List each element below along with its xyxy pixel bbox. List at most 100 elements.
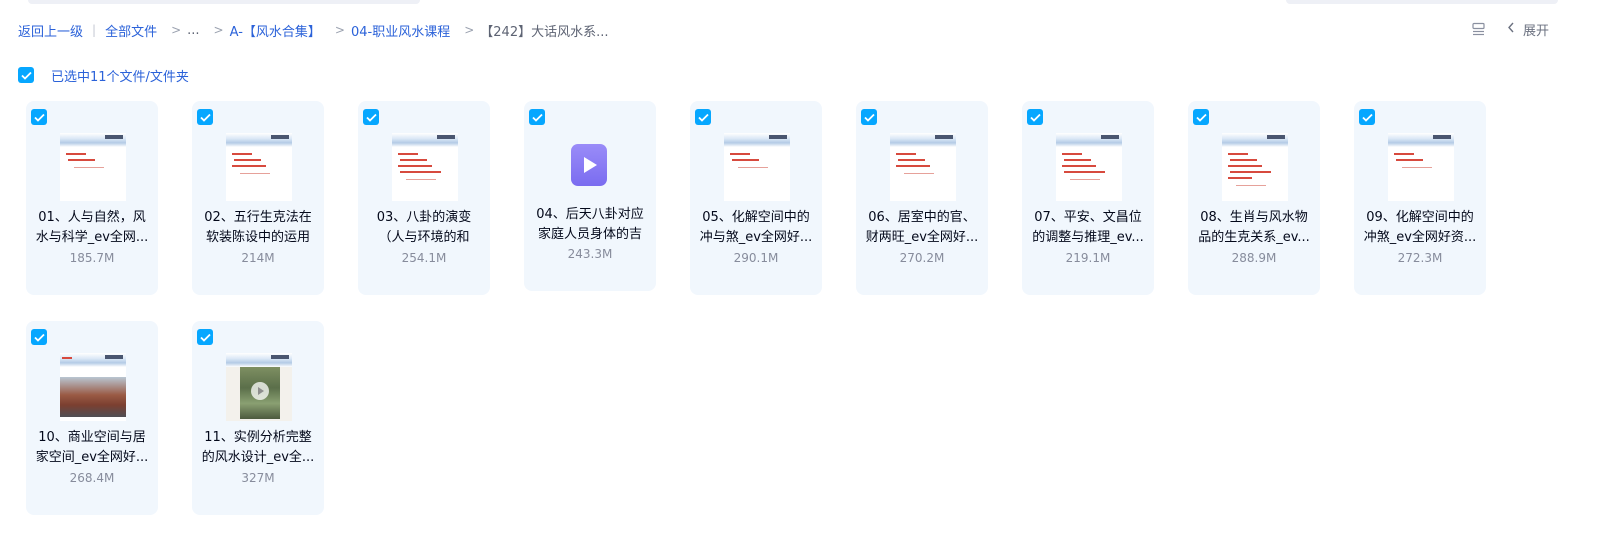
thumbnail-detail	[1236, 185, 1266, 186]
file-name: 02、五行生克法在软装陈设中的运用	[204, 210, 312, 245]
file-size: 254.1M	[401, 251, 447, 265]
breadcrumb-level1[interactable]: A-【风水合集】	[230, 21, 321, 40]
video-file-icon	[571, 144, 607, 186]
view-controls: 展开	[1471, 18, 1549, 40]
thumbnail-detail	[62, 357, 72, 359]
file-card[interactable]: 10、商业空间与居家空间_ev全网好... 268.4M	[26, 321, 158, 515]
thumbnail-detail	[935, 135, 953, 139]
file-name: 06、居室中的官、财两旺_ev全网好...	[865, 210, 979, 245]
file-name: 07、平安、文昌位的调整与推理_ev...	[1032, 210, 1144, 245]
thumbnail-detail	[1230, 159, 1257, 161]
file-name: 11、实例分析完整的风水设计_ev全...	[201, 430, 315, 465]
list-view-icon[interactable]	[1471, 21, 1487, 37]
thumbnail-detail	[271, 135, 289, 139]
expand-label: 展开	[1522, 23, 1549, 39]
thumbnail-detail	[232, 153, 252, 155]
thumbnail-detail	[1062, 165, 1096, 167]
file-name: 03、八卦的演变（人与环境的和	[376, 210, 472, 245]
file-checkbox[interactable]	[1027, 109, 1043, 125]
thumbnail-detail	[1064, 159, 1091, 161]
file-checkbox[interactable]	[861, 109, 877, 125]
thumbnail-detail	[1064, 171, 1105, 173]
file-name: 09、化解空间中的冲煞_ev全网好资...	[1363, 210, 1477, 245]
file-size: 272.3M	[1397, 251, 1443, 265]
thumbnail-detail	[406, 179, 436, 180]
thumbnail-detail	[1101, 135, 1119, 139]
thumbnail-detail	[1394, 153, 1414, 155]
file-checkbox[interactable]	[363, 109, 379, 125]
selection-count-text: 已选中11个文件/文件夹	[51, 69, 189, 85]
thumbnail-detail	[1070, 179, 1100, 180]
file-size: 243.3M	[567, 247, 613, 261]
file-size: 290.1M	[733, 251, 779, 265]
file-checkbox[interactable]	[1193, 109, 1209, 125]
file-card[interactable]: 04、后天八卦对应家庭人员身体的吉 243.3M	[524, 101, 656, 291]
file-size: 270.2M	[899, 251, 945, 265]
file-card[interactable]: 01、人与自然，风水与科学_ev全网... 185.7M	[26, 101, 158, 295]
file-card[interactable]: 05、化解空间中的冲与煞_ev全网好... 290.1M	[690, 101, 822, 295]
file-checkbox[interactable]	[31, 329, 47, 345]
file-checkbox[interactable]	[1359, 109, 1375, 125]
file-name: 08、生肖与风水物品的生克关系_ev...	[1198, 210, 1310, 245]
file-thumbnail	[890, 133, 956, 201]
file-size: 214M	[241, 251, 275, 265]
thumbnail-detail	[1402, 167, 1432, 168]
thumbnail-detail	[1228, 177, 1252, 179]
thumbnail-detail	[898, 159, 925, 161]
select-all-checkbox[interactable]	[18, 67, 34, 83]
back-link[interactable]: 返回上一级	[18, 21, 83, 40]
file-checkbox[interactable]	[197, 329, 213, 345]
thumbnail-detail	[1433, 135, 1451, 139]
thumbnail-detail	[1228, 165, 1262, 167]
file-thumbnail	[1388, 133, 1454, 201]
thumbnail-detail	[105, 135, 123, 139]
breadcrumb-ellipsis[interactable]: ...	[187, 23, 199, 38]
file-checkbox[interactable]	[31, 109, 47, 125]
file-card[interactable]: 08、生肖与风水物品的生克关系_ev... 288.9M	[1188, 101, 1320, 295]
breadcrumb-separator: >	[334, 23, 345, 37]
file-thumbnail	[1222, 133, 1288, 201]
thumbnail-detail	[437, 135, 455, 139]
thumbnail-detail	[74, 167, 104, 168]
thumbnail-detail	[400, 171, 441, 173]
file-checkbox[interactable]	[529, 109, 545, 125]
file-size: 268.4M	[69, 471, 115, 485]
thumbnail-detail	[234, 159, 261, 161]
file-size: 327M	[241, 471, 275, 485]
breadcrumb-current: 【242】大话风水系...	[480, 24, 609, 40]
breadcrumb-separator: >	[213, 23, 224, 37]
breadcrumb-all-files[interactable]: 全部文件	[105, 21, 157, 40]
file-thumbnail	[226, 133, 292, 201]
top-search-shadow	[28, 0, 420, 4]
file-name: 04、后天八卦对应家庭人员身体的吉	[536, 207, 644, 242]
file-thumbnail	[1056, 133, 1122, 201]
file-card[interactable]: 11、实例分析完整的风水设计_ev全... 327M	[192, 321, 324, 515]
file-thumbnail	[60, 133, 126, 201]
file-thumbnail	[60, 353, 126, 421]
file-checkbox[interactable]	[695, 109, 711, 125]
file-card[interactable]: 02、五行生克法在软装陈设中的运用 214M	[192, 101, 324, 295]
breadcrumb: 返回上一级 | 全部文件 > ... > A-【风水合集】 > 04-职业风水课…	[18, 20, 609, 40]
file-thumbnail	[226, 353, 292, 421]
thumbnail-detail	[105, 355, 123, 359]
file-name: 01、人与自然，风水与科学_ev全网...	[35, 210, 149, 245]
breadcrumb-level2[interactable]: 04-职业风水课程	[351, 21, 450, 40]
file-name: 10、商业空间与居家空间_ev全网好...	[35, 430, 149, 465]
file-card[interactable]: 03、八卦的演变（人与环境的和 254.1M	[358, 101, 490, 295]
thumbnail-detail	[1062, 153, 1082, 155]
thumbnail-detail	[60, 377, 126, 417]
thumbnail-detail	[769, 135, 787, 139]
thumbnail-detail	[738, 167, 768, 168]
file-name: 05、化解空间中的冲与煞_ev全网好...	[699, 210, 813, 245]
expand-button[interactable]: 展开	[1507, 20, 1549, 39]
file-card[interactable]: 06、居室中的官、财两旺_ev全网好... 270.2M	[856, 101, 988, 295]
selection-bar: 已选中11个文件/文件夹	[18, 66, 189, 85]
file-card[interactable]: 09、化解空间中的冲煞_ev全网好资... 272.3M	[1354, 101, 1486, 295]
thumbnail-detail	[1267, 135, 1285, 139]
thumbnail-detail	[68, 159, 95, 161]
thumbnail-detail	[1396, 159, 1423, 161]
file-checkbox[interactable]	[197, 109, 213, 125]
file-card[interactable]: 07、平安、文昌位的调整与推理_ev... 219.1M	[1022, 101, 1154, 295]
thumbnail-detail	[271, 355, 289, 359]
thumbnail-detail	[240, 173, 270, 174]
